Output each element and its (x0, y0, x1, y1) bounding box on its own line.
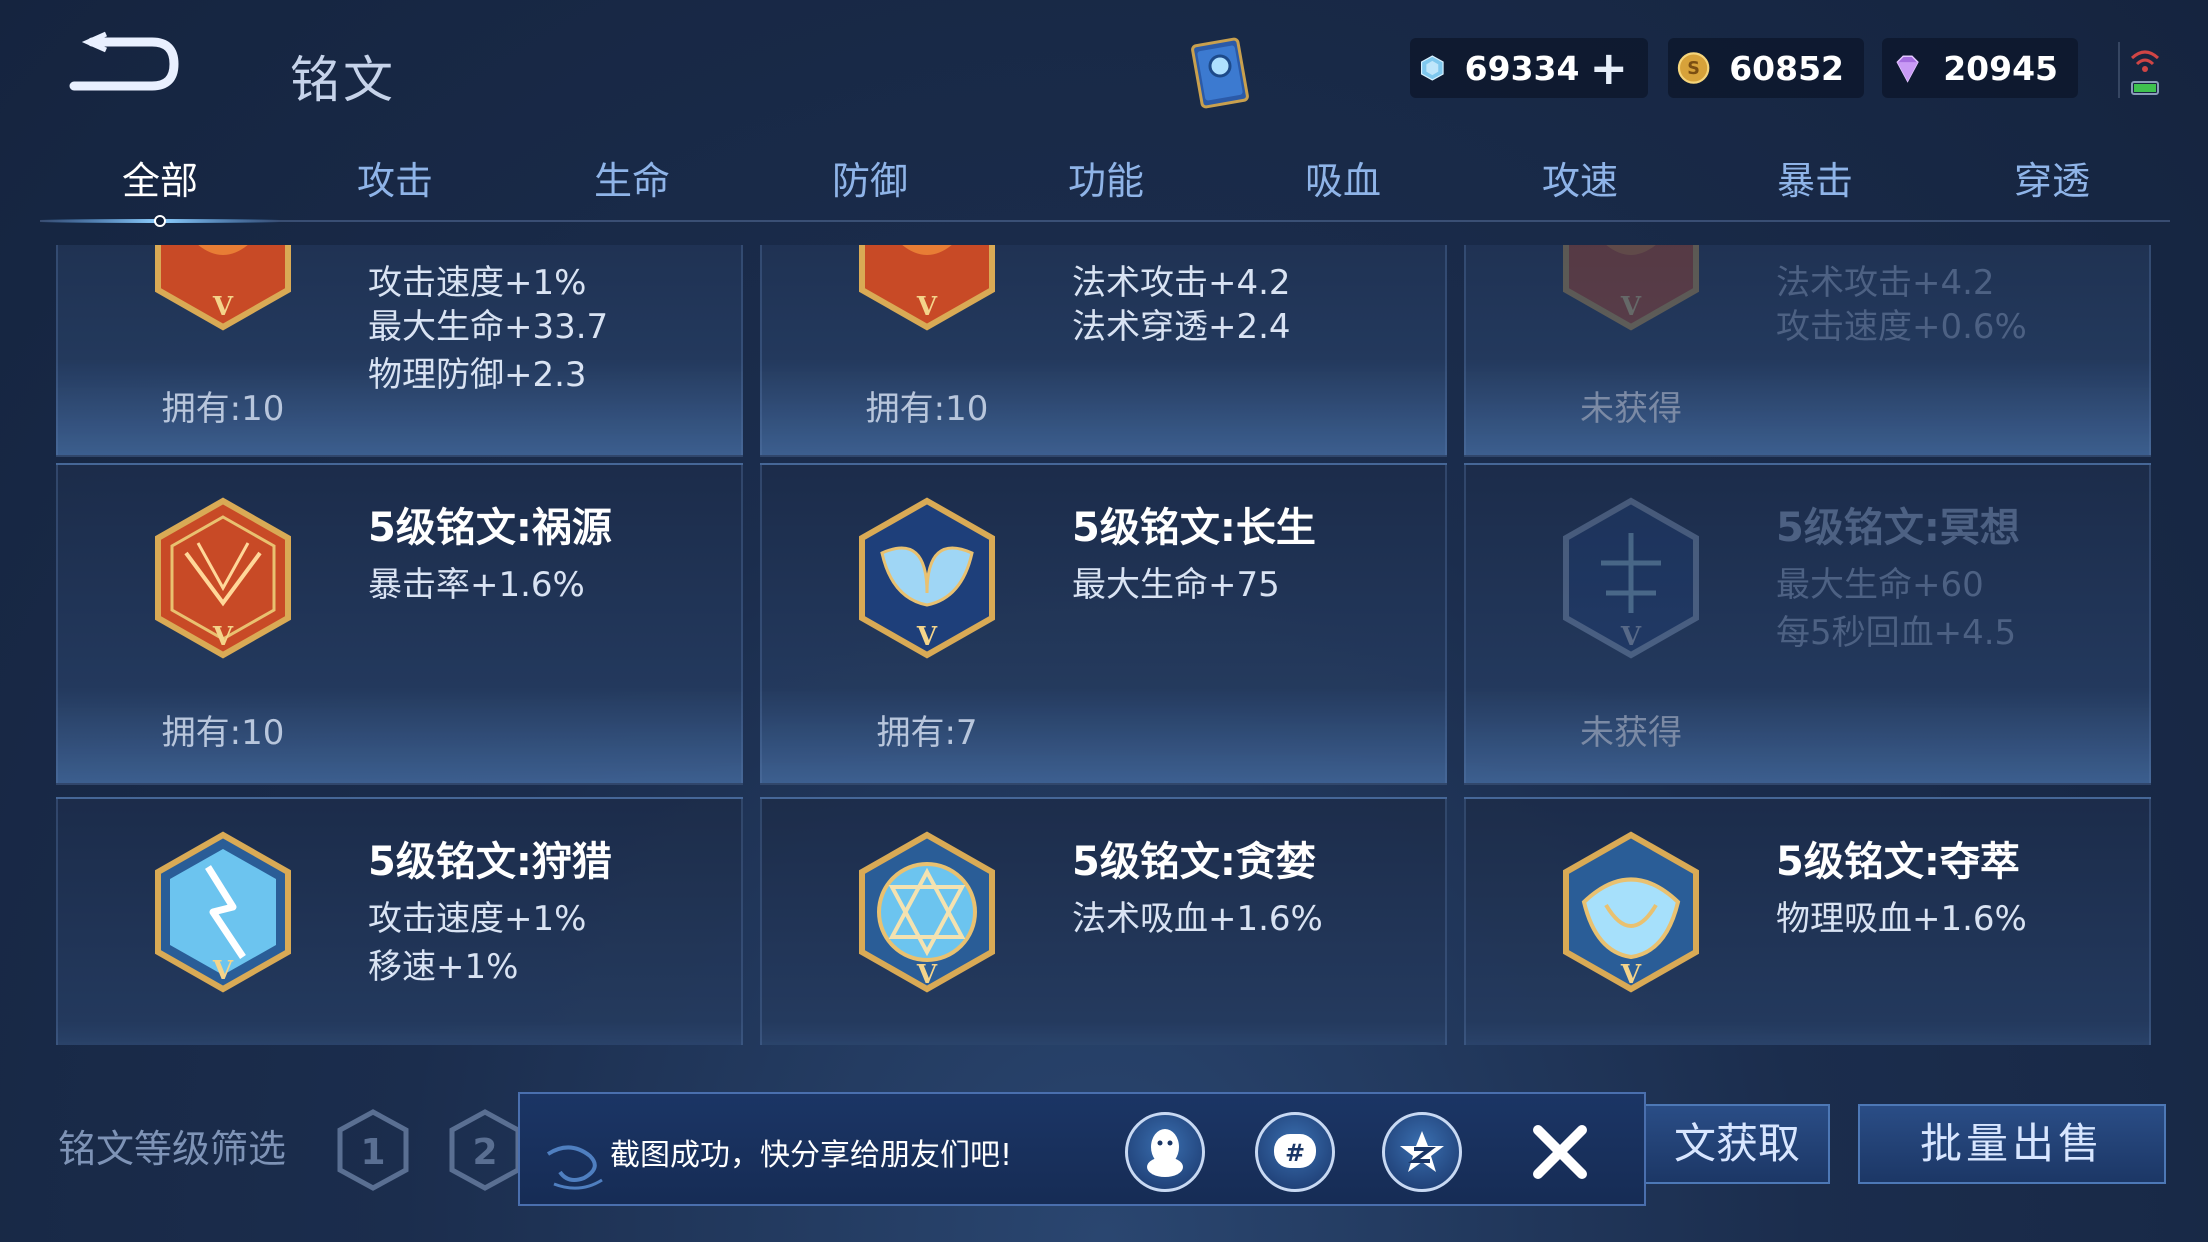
tab-defense[interactable]: 防御 (770, 150, 970, 230)
stat-line: 最大生命+60 (1776, 565, 1984, 605)
svg-text:V: V (1620, 622, 1642, 652)
stat-line: 移速+1% (368, 947, 519, 987)
gold-coin-icon: S (1677, 52, 1710, 84)
owned-count: 拥有:10 (161, 389, 285, 429)
inscription-name: 5级铭文:冥想 (1776, 505, 2020, 551)
category-tabs: 全部 攻击 生命 防御 功能 吸血 攻速 暴击 穿透 (40, 150, 2170, 230)
tab-utility[interactable]: 功能 (1006, 150, 1206, 230)
inscription-card[interactable]: V 5级铭文:夺萃 物理吸血+1.6% (1464, 797, 2151, 1045)
blue-inscription-icon: V (859, 497, 995, 659)
cyan-inscription-icon: V (1563, 831, 1699, 993)
inscription-name: 5级铭文:狩猎 (368, 839, 612, 885)
svg-text:V: V (1620, 960, 1642, 990)
inscription-card[interactable]: V 法术攻击+4.2 攻击速度+0.6% 未获得 (1464, 245, 2151, 457)
level-filter-1-button[interactable]: 1 (336, 1108, 410, 1192)
tab-health[interactable]: 生命 (532, 150, 732, 230)
stat-line: 法术穿透+2.4 (1072, 307, 1291, 347)
inscription-card[interactable]: V 5级铭文:狩猎 攻击速度+1% 移速+1% (56, 797, 743, 1045)
qzone-star-icon[interactable] (1382, 1112, 1462, 1192)
crystal-currency: 69334 + (1410, 38, 1648, 98)
stat-line: 法术攻击+4.2 (1072, 263, 1291, 303)
bulk-sell-button[interactable]: 批量出售 (1858, 1104, 2166, 1184)
inscription-name: 5级铭文:祸源 (368, 505, 612, 551)
gold-currency: S 60852 (1668, 38, 1864, 98)
svg-text:#: # (1285, 1139, 1305, 1167)
gem-currency: 20945 (1882, 38, 2078, 98)
screenshot-share-toast: 截图成功，快分享给朋友们吧! # (518, 1092, 1646, 1206)
svg-text:V: V (1620, 292, 1642, 322)
svg-text:1: 1 (360, 1132, 385, 1173)
svg-text:V: V (212, 292, 234, 322)
inscription-card[interactable]: V 5级铭文:长生 最大生命+75 拥有:7 (760, 463, 1447, 785)
tab-critical[interactable]: 暴击 (1715, 150, 1915, 230)
svg-text:V: V (916, 622, 938, 652)
red-inscription-icon: V (1563, 245, 1699, 331)
stat-line: 法术吸血+1.6% (1072, 899, 1323, 939)
owned-status: 未获得 (1580, 389, 1682, 429)
inscription-pack-icon[interactable] (1175, 28, 1265, 118)
close-icon[interactable] (1520, 1112, 1600, 1192)
inscription-card[interactable]: V 5级铭文:贪婪 法术吸血+1.6% (760, 797, 1447, 1045)
tab-underline (40, 220, 2170, 222)
inscription-card[interactable]: V 法术攻击+4.2 法术穿透+2.4 拥有:10 (760, 245, 1447, 457)
inscription-card[interactable]: V 5级铭文:祸源 暴击率+1.6% 拥有:10 (56, 463, 743, 785)
svg-text:V: V (916, 292, 938, 322)
red-inscription-icon: V (155, 245, 291, 331)
inscription-card[interactable]: V 5级铭文:冥想 最大生命+60 每5秒回血+4.5 未获得 (1464, 463, 2151, 785)
gold-amount: 60852 (1729, 48, 1844, 88)
crystal-amount: 69334 (1464, 48, 1580, 88)
wifi-battery-icon (2130, 50, 2160, 95)
owned-count: 拥有:7 (876, 713, 978, 753)
swirl-decoration-icon (546, 1145, 603, 1190)
tab-lifesteal[interactable]: 吸血 (1243, 150, 1443, 230)
red-inscription-icon: V (155, 497, 291, 659)
tab-attack-speed[interactable]: 攻速 (1480, 150, 1680, 230)
blue-inscription-icon: V (1563, 497, 1699, 659)
svg-text:V: V (916, 960, 938, 990)
owned-count: 拥有:10 (161, 713, 285, 753)
stat-line: 每5秒回血+4.5 (1776, 613, 2017, 653)
level-filter-2-button[interactable]: 2 (448, 1108, 522, 1192)
owned-status: 未获得 (1580, 713, 1682, 753)
top-bar: 铭文 69334 + S 60852 20945 (0, 0, 2208, 140)
active-tab-indicator (40, 215, 280, 227)
back-arrow-icon[interactable] (62, 30, 182, 100)
purple-gem-icon (1896, 55, 1919, 83)
crystal-icon (1420, 55, 1444, 81)
gem-amount: 20945 (1943, 48, 2058, 88)
inscription-name: 5级铭文:夺萃 (1776, 839, 2020, 885)
inscription-name: 5级铭文:长生 (1072, 505, 1316, 551)
wechat-moments-icon[interactable]: # (1255, 1112, 1335, 1192)
inscription-grid: V 攻击速度+1% 最大生命+33.7 物理防御+2.3 拥有:10 V 法术攻… (56, 245, 2152, 1045)
stat-line: 攻击速度+1% (368, 899, 587, 939)
add-crystal-button[interactable]: + (1589, 45, 1628, 91)
cyan-inscription-icon: V (859, 831, 995, 993)
svg-text:V: V (212, 956, 234, 986)
cyan-inscription-icon: V (155, 831, 291, 993)
tab-attack[interactable]: 攻击 (295, 150, 495, 230)
inscription-card[interactable]: V 攻击速度+1% 最大生命+33.7 物理防御+2.3 拥有:10 (56, 245, 743, 457)
stat-line: 法术攻击+4.2 (1776, 263, 1995, 303)
stat-line: 物理防御+2.3 (368, 355, 587, 395)
tab-penetration[interactable]: 穿透 (1952, 150, 2152, 230)
qq-penguin-icon[interactable] (1125, 1112, 1205, 1192)
page-title: 铭文 (290, 51, 396, 109)
svg-text:S: S (1687, 59, 1700, 79)
svg-text:2: 2 (472, 1132, 497, 1173)
svg-text:V: V (212, 622, 234, 652)
owned-count: 拥有:10 (865, 389, 989, 429)
toast-message: 截图成功，快分享给朋友们吧! (610, 1138, 1013, 1173)
stat-line: 最大生命+33.7 (368, 307, 609, 347)
inscription-name: 5级铭文:贪婪 (1072, 839, 1316, 885)
stat-line: 物理吸血+1.6% (1776, 899, 2027, 939)
red-inscription-icon: V (859, 245, 995, 331)
stat-line: 最大生命+75 (1072, 565, 1280, 605)
stat-line: 攻击速度+0.6% (1776, 307, 2027, 347)
obtain-inscription-button[interactable]: 文获取 (1620, 1104, 1830, 1184)
stat-line: 攻击速度+1% (368, 263, 587, 303)
level-filter-label: 铭文等级筛选 (58, 1127, 287, 1171)
stat-line: 暴击率+1.6% (368, 565, 585, 605)
